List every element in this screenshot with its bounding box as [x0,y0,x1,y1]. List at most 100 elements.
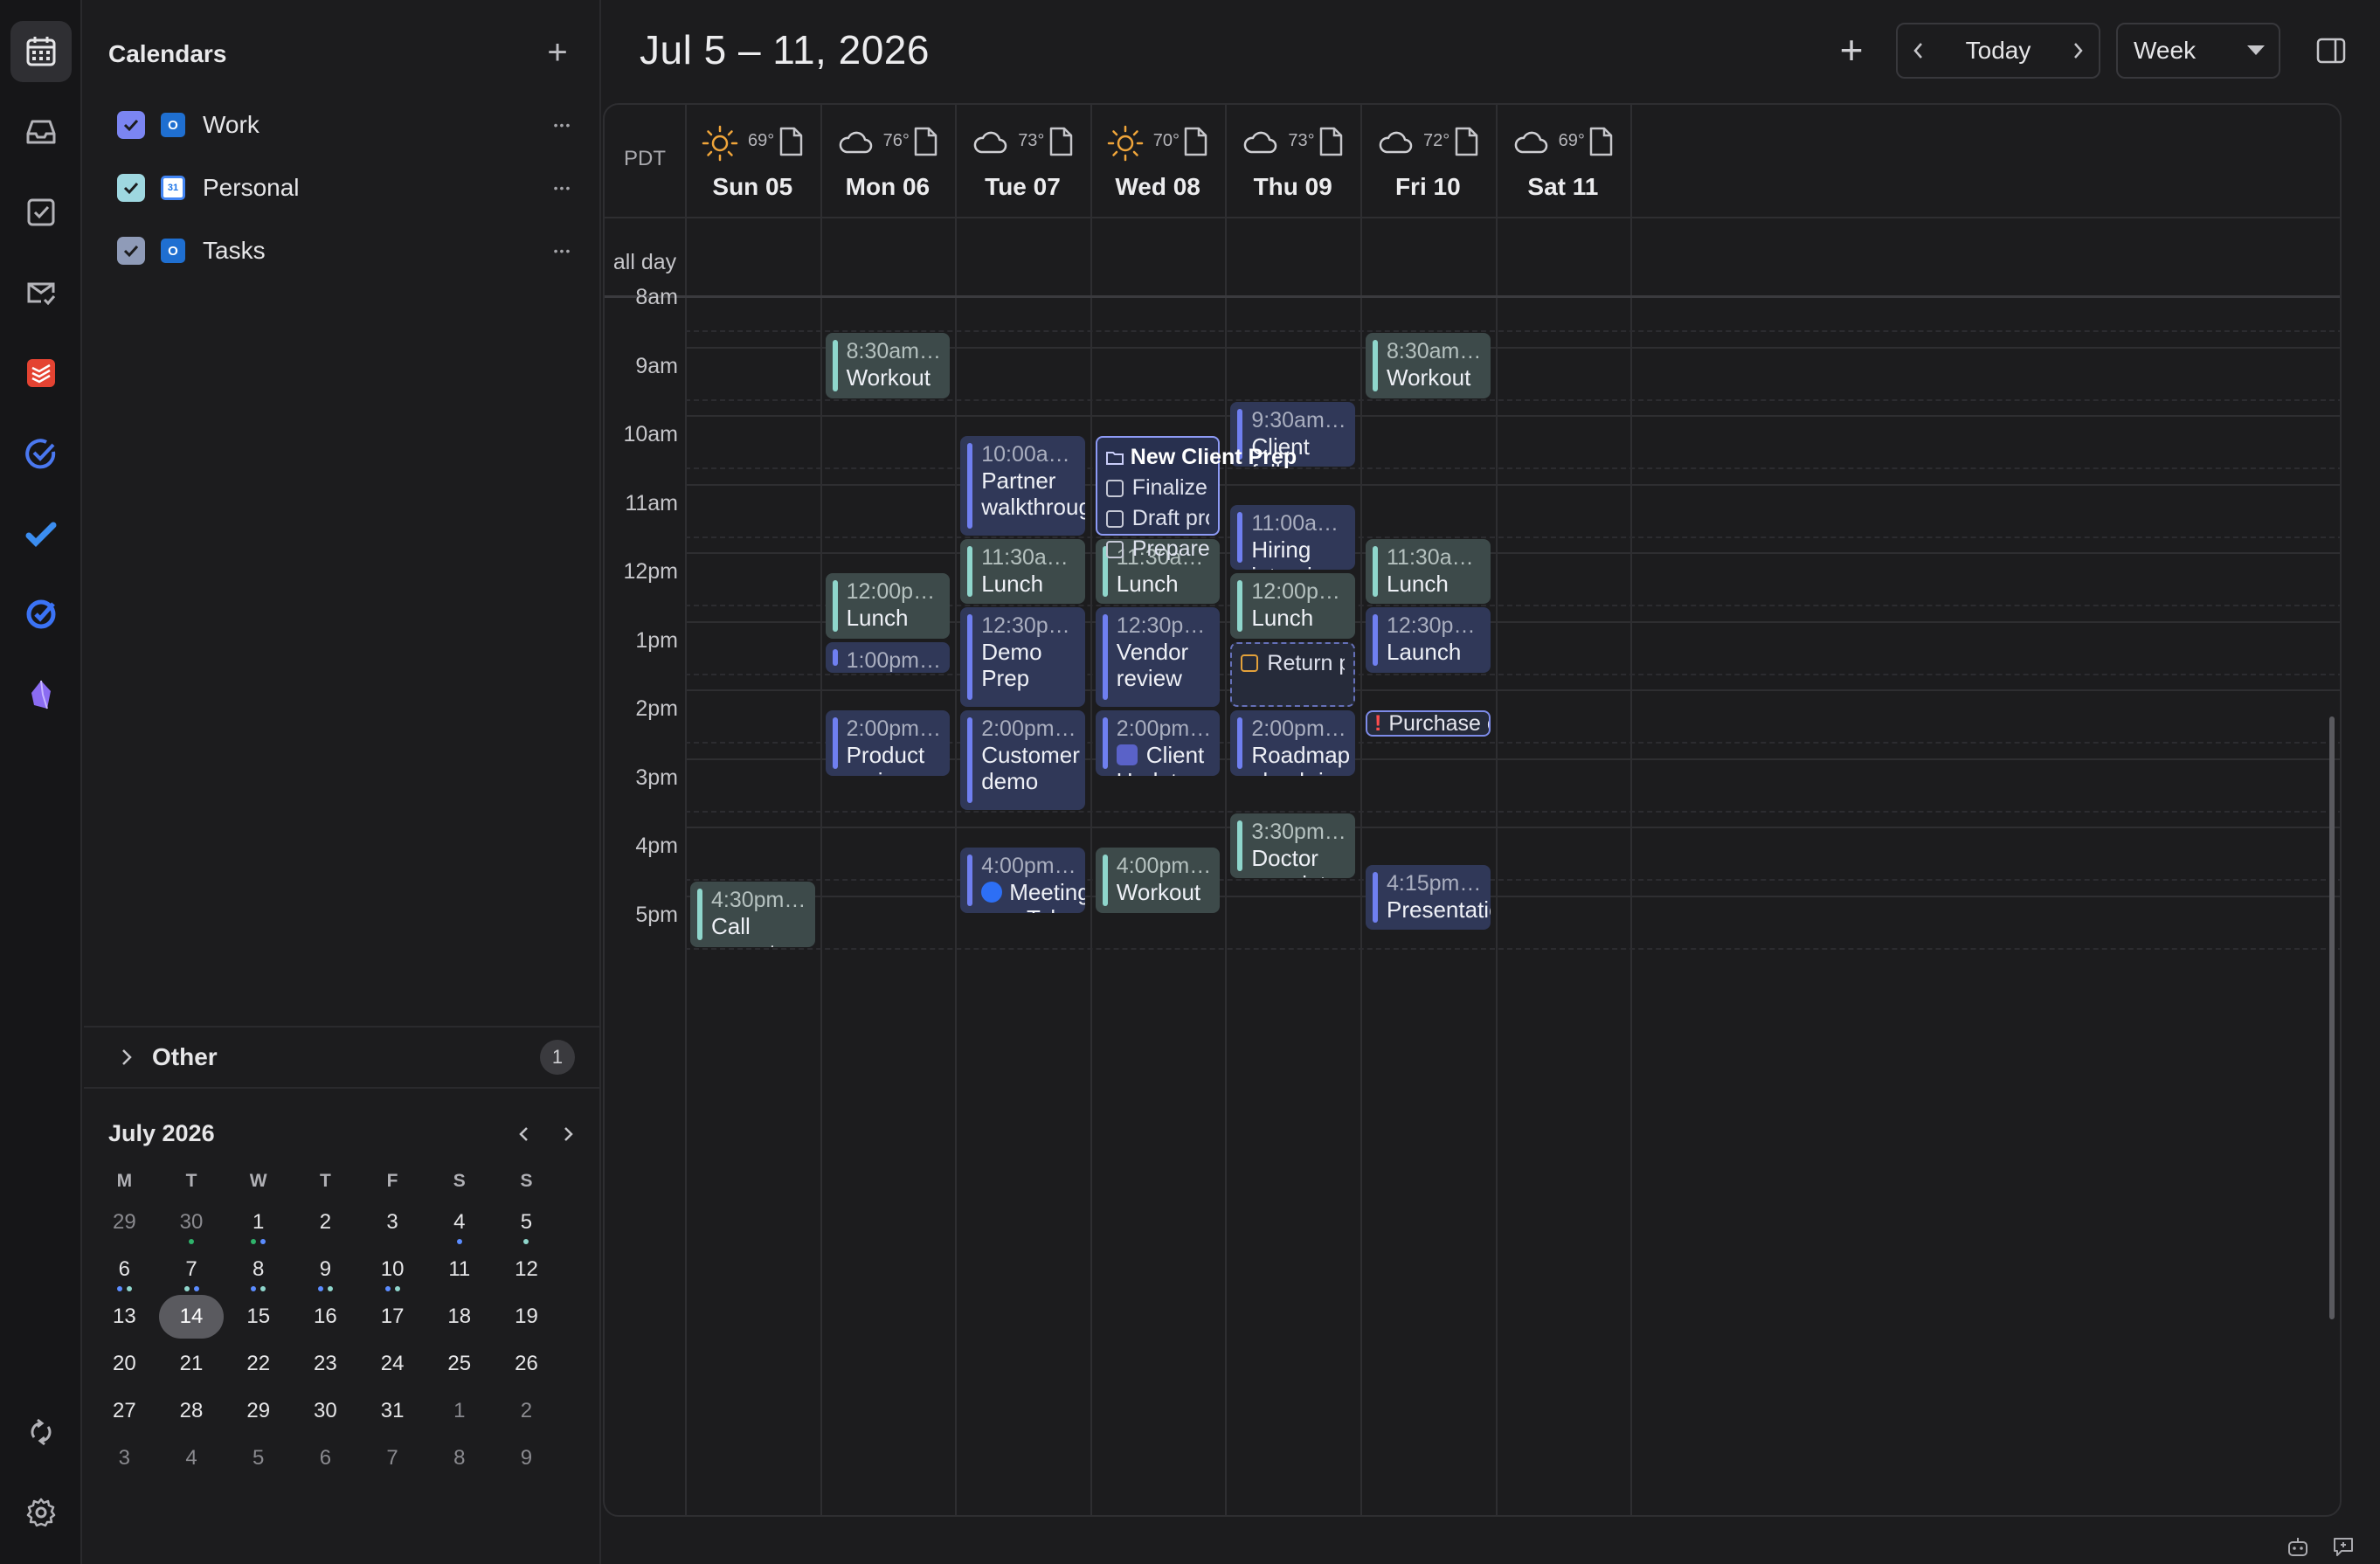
calendar-event[interactable]: 11:30am - 12:30...Lunch [1366,538,1491,605]
mini-day[interactable]: 18 [425,1293,493,1340]
add-calendar-button[interactable]: + [540,35,575,72]
mini-day[interactable]: 1 [225,1199,292,1246]
calendar-checkbox[interactable] [117,237,145,265]
project-task[interactable]: Prepare client n... [1105,536,1209,562]
task-event[interactable]: Return package [1230,641,1355,707]
mini-day-today[interactable]: 14 [158,1293,225,1340]
project-block[interactable]: New Client Prep Finalize launch ... Draft … [1095,436,1297,561]
calendar-row-work[interactable]: O Work ••• [117,103,580,147]
calendar-event[interactable]: 2:00pm - 3:00pmClient Update [1095,710,1221,776]
daily-note-icon[interactable] [777,126,805,157]
calendar-checkbox[interactable] [117,174,145,202]
feedback-chat-icon[interactable] [2331,1534,2356,1559]
calendar-row-tasks[interactable]: O Tasks ••• [117,229,580,273]
mini-day[interactable]: 8 [425,1435,493,1482]
mini-day[interactable]: 17 [359,1293,426,1340]
mini-day[interactable]: 26 [493,1340,560,1388]
mini-day[interactable]: 23 [292,1340,359,1388]
mini-next-month-button[interactable] [552,1118,584,1150]
mini-day[interactable]: 2 [493,1388,560,1435]
calendar-event[interactable]: 3:30pm - 4:30pmDoctor appointment [1230,813,1355,879]
calendar-event[interactable]: 4:30pm - 5:30pmCall parents [690,882,815,947]
inbox-icon[interactable] [10,101,72,163]
mini-day[interactable]: 27 [91,1388,158,1435]
today-button[interactable]: Today [1966,37,2031,65]
daily-note-icon[interactable] [1047,126,1075,157]
mini-day[interactable]: 30 [292,1388,359,1435]
daily-note-icon[interactable] [1452,126,1480,157]
daily-note-icon[interactable] [1317,126,1345,157]
calendar-event[interactable]: 2:00pm - 3:00pmRoadmap check-in [1230,710,1355,776]
project-task[interactable]: Draft product u... [1105,506,1209,531]
calendar-event[interactable]: 4:00pm - 5:00pmMeeting x Tokyo Clients [960,848,1085,913]
day-header-sat-11[interactable]: 69° Sat 11 [1496,105,1631,217]
more-options-icon[interactable]: ••• [545,245,580,257]
tasks-checkbox-icon[interactable] [10,182,72,243]
mini-day[interactable]: 9 [493,1435,560,1482]
mini-day[interactable]: 2 [292,1199,359,1246]
mini-day[interactable]: 28 [158,1388,225,1435]
mini-day[interactable]: 31 [359,1388,426,1435]
task-checkbox[interactable] [1105,540,1124,558]
calendar-event[interactable]: 12:30pm - 2:00pmDemo Prep [960,607,1085,707]
day-header-tue-07[interactable]: 73° Tue 07 [955,105,1090,217]
project-task[interactable]: Finalize launch ... [1105,475,1209,501]
day-header-wed-08[interactable]: 70° Wed 08 [1090,105,1226,217]
day-header-sun-05[interactable]: 69° Sun 05 [685,105,820,217]
calendar-event[interactable]: 12:30pm - 1:30pmLaunch prep [1366,607,1491,673]
add-event-button[interactable]: + [1830,30,1873,73]
calendar-event[interactable]: 12:30pm - 2:00pmVendor review [1095,607,1221,707]
mini-day[interactable]: 11 [425,1246,493,1293]
calendar-event[interactable]: 4:00pm - 5:00pmWorkout [1095,848,1221,913]
mini-day[interactable]: 13 [91,1293,158,1340]
mini-day[interactable]: 7 [359,1435,426,1482]
daily-note-icon[interactable] [1181,126,1209,157]
calendar-event[interactable]: 11:30am - 12:30...Lunch [960,538,1085,605]
calendar-event[interactable]: 2:00pm - 3:30pmCustomer demo [960,710,1085,810]
mini-day[interactable]: 16 [292,1293,359,1340]
mini-day[interactable]: 29 [91,1199,158,1246]
mini-day[interactable]: 5 [493,1199,560,1246]
calendar-event[interactable]: 1:00pm - 1:30pmTeam sync [825,641,951,673]
task-checkbox[interactable] [1105,509,1124,528]
calendar-event[interactable]: 11:00am - 12:00...Hiring interview [1230,504,1355,570]
sync-icon[interactable] [10,1401,72,1463]
mini-day[interactable]: 22 [225,1340,292,1388]
calendar-icon[interactable] [10,21,72,82]
microsoft-todo-icon[interactable] [10,503,72,564]
mini-prev-month-button[interactable] [509,1118,540,1150]
day-header-thu-09[interactable]: 73° Thu 09 [1225,105,1360,217]
calendar-event[interactable]: 8:30am - 9:30amWorkout [1366,333,1491,398]
mini-day[interactable]: 1 [425,1388,493,1435]
mini-day[interactable]: 5 [225,1435,292,1482]
mini-day[interactable]: 7 [158,1246,225,1293]
ticktick-icon[interactable] [10,423,72,484]
target-check-icon[interactable] [10,584,72,645]
calendar-event[interactable]: 12:00pm - 1:00pmLunch [1230,573,1355,639]
other-calendars-toggle[interactable]: Other 1 [84,1026,601,1089]
mini-day[interactable]: 25 [425,1340,493,1388]
day-header-mon-06[interactable]: 76° Mon 06 [820,105,956,217]
calendar-row-personal[interactable]: 31 Personal ••• [117,166,580,210]
view-select[interactable]: Week [2116,23,2280,79]
calendar-event[interactable]: 10:00am - 11:30...Partner walkthrough [960,436,1085,536]
mini-day[interactable]: 3 [359,1199,426,1246]
settings-gear-icon[interactable] [10,1482,72,1543]
mini-day[interactable]: 20 [91,1340,158,1388]
mini-day[interactable]: 4 [425,1199,493,1246]
more-options-icon[interactable]: ••• [545,119,580,131]
mini-day[interactable]: 6 [292,1435,359,1482]
mini-day[interactable]: 3 [91,1435,158,1482]
calendar-event[interactable]: 12:00pm - 1:00pmLunch [825,573,951,639]
mini-day[interactable]: 15 [225,1293,292,1340]
mini-day[interactable]: 10 [359,1246,426,1293]
assistant-robot-icon[interactable] [2286,1534,2310,1559]
grid-scrollbar[interactable] [2329,716,2335,1319]
mini-day[interactable]: 21 [158,1340,225,1388]
daily-note-icon[interactable] [1587,126,1615,157]
calendar-checkbox[interactable] [117,111,145,139]
mini-day[interactable]: 12 [493,1246,560,1293]
priority-task[interactable]: !Purchase conce... [1366,710,1491,737]
daily-note-icon[interactable] [911,126,939,157]
mini-day[interactable]: 24 [359,1340,426,1388]
